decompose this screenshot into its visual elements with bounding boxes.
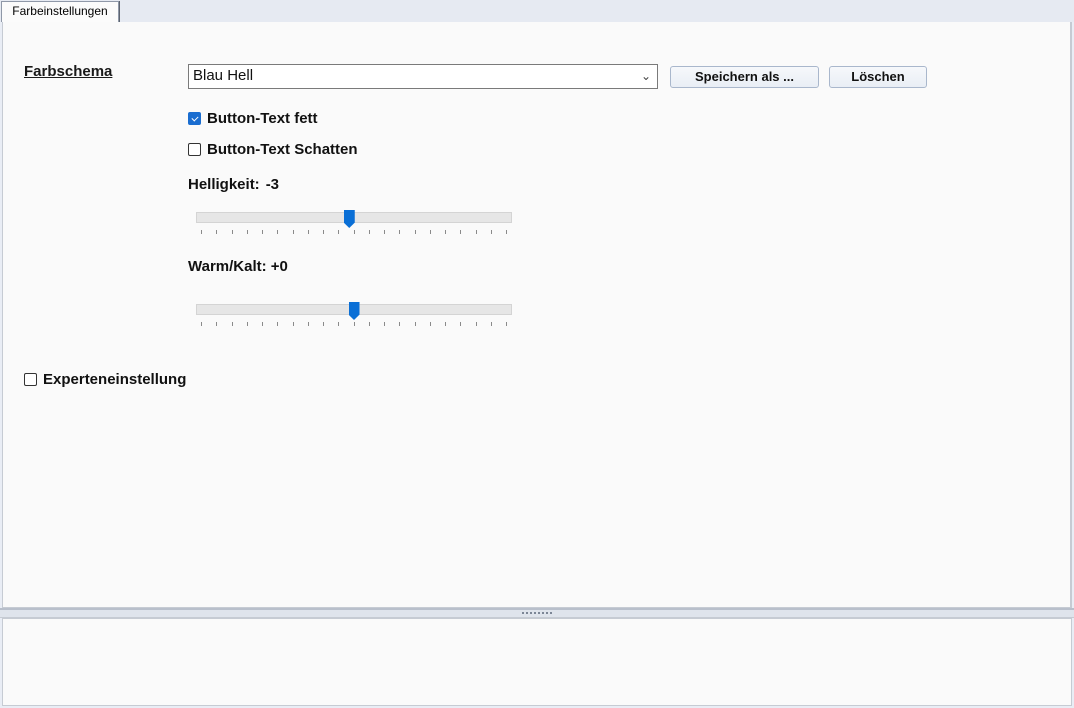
slider-tick — [216, 322, 218, 326]
expert-checkbox[interactable] — [24, 373, 37, 386]
slider-tick — [231, 322, 233, 326]
expert-option[interactable]: Experteneinstellung — [24, 371, 186, 388]
text-shadow-checkbox[interactable] — [188, 143, 201, 156]
slider-tick — [460, 230, 462, 234]
slider-tick — [368, 322, 370, 326]
warm-kalt-label: Warm/Kalt: +0 — [188, 258, 288, 275]
slider-tick — [414, 322, 416, 326]
slider-tick — [445, 230, 446, 234]
slider-tick — [353, 230, 355, 234]
bold-text-label: Button-Text fett — [207, 110, 318, 127]
tab-strip: Farbeinstellungen — [0, 0, 1074, 22]
settings-panel — [2, 22, 1072, 608]
slider-tick — [384, 230, 385, 234]
slider-tick — [201, 230, 202, 234]
warm-kalt-value: +0 — [270, 258, 288, 275]
bottom-panel — [2, 618, 1072, 706]
helligkeit-label: Helligkeit: -3 — [188, 176, 279, 193]
warm-kalt-ticks — [201, 322, 507, 326]
bold-text-checkbox[interactable] — [188, 112, 201, 125]
warm-kalt-text: Warm/Kalt: — [188, 258, 267, 275]
slider-tick — [246, 322, 248, 326]
slider-tick — [246, 230, 248, 234]
slider-tick — [399, 322, 401, 326]
slider-tick — [445, 322, 446, 326]
farbschema-label: Farbschema — [24, 63, 113, 80]
slider-tick — [292, 230, 294, 234]
slider-tick — [307, 230, 309, 234]
delete-button[interactable]: Löschen — [829, 66, 927, 88]
slider-tick — [353, 322, 355, 326]
splitter[interactable] — [0, 608, 1074, 618]
farbschema-select[interactable]: Blau Hell ⌄ — [188, 64, 658, 89]
slider-tick — [262, 322, 263, 326]
helligkeit-text: Helligkeit: — [188, 176, 260, 193]
slider-tick — [292, 322, 294, 326]
farbschema-selected-value: Blau Hell — [193, 67, 254, 84]
slider-tick — [277, 230, 279, 234]
slider-tick — [277, 322, 279, 326]
helligkeit-value: -3 — [265, 176, 280, 193]
tab-farbeinstellungen[interactable]: Farbeinstellungen — [1, 1, 119, 22]
slider-tick — [490, 322, 492, 326]
slider-tick — [460, 322, 462, 326]
slider-tick — [475, 230, 477, 234]
slider-tick — [323, 322, 324, 326]
slider-tick — [384, 322, 385, 326]
text-shadow-label: Button-Text Schatten — [207, 141, 358, 158]
slider-tick — [429, 322, 431, 326]
chevron-down-icon: ⌄ — [640, 69, 651, 83]
slider-tick — [368, 230, 370, 234]
slider-tick — [307, 322, 309, 326]
splitter-grip-icon[interactable] — [522, 612, 552, 614]
slider-tick — [262, 230, 263, 234]
slider-tick — [201, 322, 202, 326]
slider-tick — [475, 322, 477, 326]
text-shadow-option[interactable]: Button-Text Schatten — [188, 141, 358, 158]
slider-tick — [506, 322, 507, 326]
slider-tick — [490, 230, 492, 234]
expert-label: Experteneinstellung — [43, 371, 187, 388]
slider-tick — [323, 230, 324, 234]
slider-tick — [338, 322, 340, 326]
slider-tick — [399, 230, 401, 234]
save-as-button[interactable]: Speichern als ... — [670, 66, 819, 88]
slider-tick — [414, 230, 416, 234]
slider-tick — [429, 230, 431, 234]
helligkeit-ticks — [201, 230, 507, 234]
slider-tick — [338, 230, 340, 234]
slider-tick — [231, 230, 233, 234]
slider-tick — [506, 230, 507, 234]
slider-tick — [216, 230, 218, 234]
bold-text-option[interactable]: Button-Text fett — [188, 110, 318, 127]
